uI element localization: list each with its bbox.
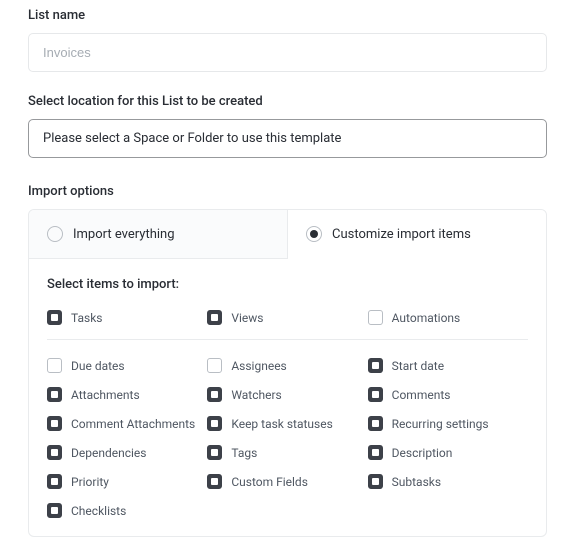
checkbox-icon: [47, 445, 62, 460]
checkbox-label: Subtasks: [392, 475, 441, 489]
checkbox-label: Checklists: [71, 504, 126, 518]
checkbox-label: Tags: [231, 446, 257, 460]
checkbox-description[interactable]: Description: [368, 445, 528, 460]
checkbox-label: Comment Attachments: [71, 417, 195, 431]
checkbox-label: Views: [231, 311, 263, 325]
checkbox-label: Tasks: [71, 311, 103, 325]
list-name-label: List name: [28, 8, 547, 23]
location-label: Select location for this List to be crea…: [28, 94, 547, 109]
checkbox-icon: [207, 474, 222, 489]
checkbox-assignees[interactable]: Assignees: [207, 358, 367, 373]
checkbox-comments[interactable]: Comments: [368, 387, 528, 402]
checkbox-keep_task_statuses[interactable]: Keep task statuses: [207, 416, 367, 431]
checkbox-icon: [207, 310, 222, 325]
checkbox-label: Watchers: [231, 388, 281, 402]
radio-icon: [306, 226, 322, 242]
checkbox-icon: [368, 445, 383, 460]
tab-label: Import everything: [73, 227, 175, 242]
checkbox-start_date[interactable]: Start date: [368, 358, 528, 373]
location-select[interactable]: Please select a Space or Folder to use t…: [28, 119, 547, 158]
checkbox-dependencies[interactable]: Dependencies: [47, 445, 207, 460]
checkbox-icon: [47, 416, 62, 431]
top-import-items: Tasks Views Automations: [47, 310, 528, 325]
checkbox-custom_fields[interactable]: Custom Fields: [207, 474, 367, 489]
checkbox-icon: [47, 474, 62, 489]
checkbox-icon: [47, 310, 62, 325]
checkbox-icon: [368, 474, 383, 489]
list-name-input[interactable]: [28, 33, 547, 72]
checkbox-watchers[interactable]: Watchers: [207, 387, 367, 402]
checkbox-icon: [47, 503, 62, 518]
import-tabs: Import everything Customize import items: [29, 210, 546, 259]
select-items-label: Select items to import:: [47, 277, 528, 292]
checkbox-icon: [207, 358, 222, 373]
panel-body: Select items to import: Tasks Views Automa…: [29, 259, 546, 536]
checkbox-icon: [368, 310, 383, 325]
checkbox-label: Automations: [392, 311, 461, 325]
checkbox-icon: [207, 445, 222, 460]
checkbox-label: Custom Fields: [231, 475, 308, 489]
checkbox-label: Comments: [392, 388, 451, 402]
checkbox-label: Due dates: [71, 359, 125, 373]
checkbox-label: Dependencies: [71, 446, 146, 460]
checkbox-recurring_settings[interactable]: Recurring settings: [368, 416, 528, 431]
import-items-column: Due dates Attachments Comment Attachments D…: [47, 358, 207, 518]
import-options-panel: Import everything Customize import items…: [28, 209, 547, 537]
checkbox-icon: [207, 387, 222, 402]
checkbox-label: Assignees: [231, 359, 286, 373]
checkbox-label: Recurring settings: [392, 417, 489, 431]
checkbox-subtasks[interactable]: Subtasks: [368, 474, 528, 489]
checkbox-icon: [47, 387, 62, 402]
tab-label: Customize import items: [332, 227, 471, 242]
checkbox-icon: [368, 358, 383, 373]
checkbox-icon: [207, 416, 222, 431]
divider: [47, 339, 528, 340]
checkbox-tasks[interactable]: Tasks: [47, 310, 207, 325]
checkbox-due_dates[interactable]: Due dates: [47, 358, 207, 373]
radio-icon: [47, 226, 63, 242]
checkbox-label: Description: [392, 446, 453, 460]
checkbox-label: Keep task statuses: [231, 417, 332, 431]
checkbox-comment_attachments[interactable]: Comment Attachments: [47, 416, 207, 431]
import-items-column: Assignees Watchers Keep task statuses Tags C…: [207, 358, 367, 518]
import-items-column: Start date Comments Recurring settings Desc…: [368, 358, 528, 518]
checkbox-icon: [47, 358, 62, 373]
tab-import-everything[interactable]: Import everything: [29, 210, 288, 259]
checkbox-automations[interactable]: Automations: [368, 310, 528, 325]
checkbox-priority[interactable]: Priority: [47, 474, 207, 489]
checkbox-label: Priority: [71, 475, 109, 489]
checkbox-views[interactable]: Views: [207, 310, 367, 325]
tab-customize-import[interactable]: Customize import items: [288, 210, 546, 259]
checkbox-icon: [368, 387, 383, 402]
checkbox-tags[interactable]: Tags: [207, 445, 367, 460]
checkbox-checklists[interactable]: Checklists: [47, 503, 207, 518]
import-options-label: Import options: [28, 184, 547, 199]
checkbox-label: Start date: [392, 359, 444, 373]
checkbox-icon: [368, 416, 383, 431]
checkbox-attachments[interactable]: Attachments: [47, 387, 207, 402]
import-items-grid: Due dates Attachments Comment Attachments D…: [47, 358, 528, 518]
checkbox-label: Attachments: [71, 388, 140, 402]
